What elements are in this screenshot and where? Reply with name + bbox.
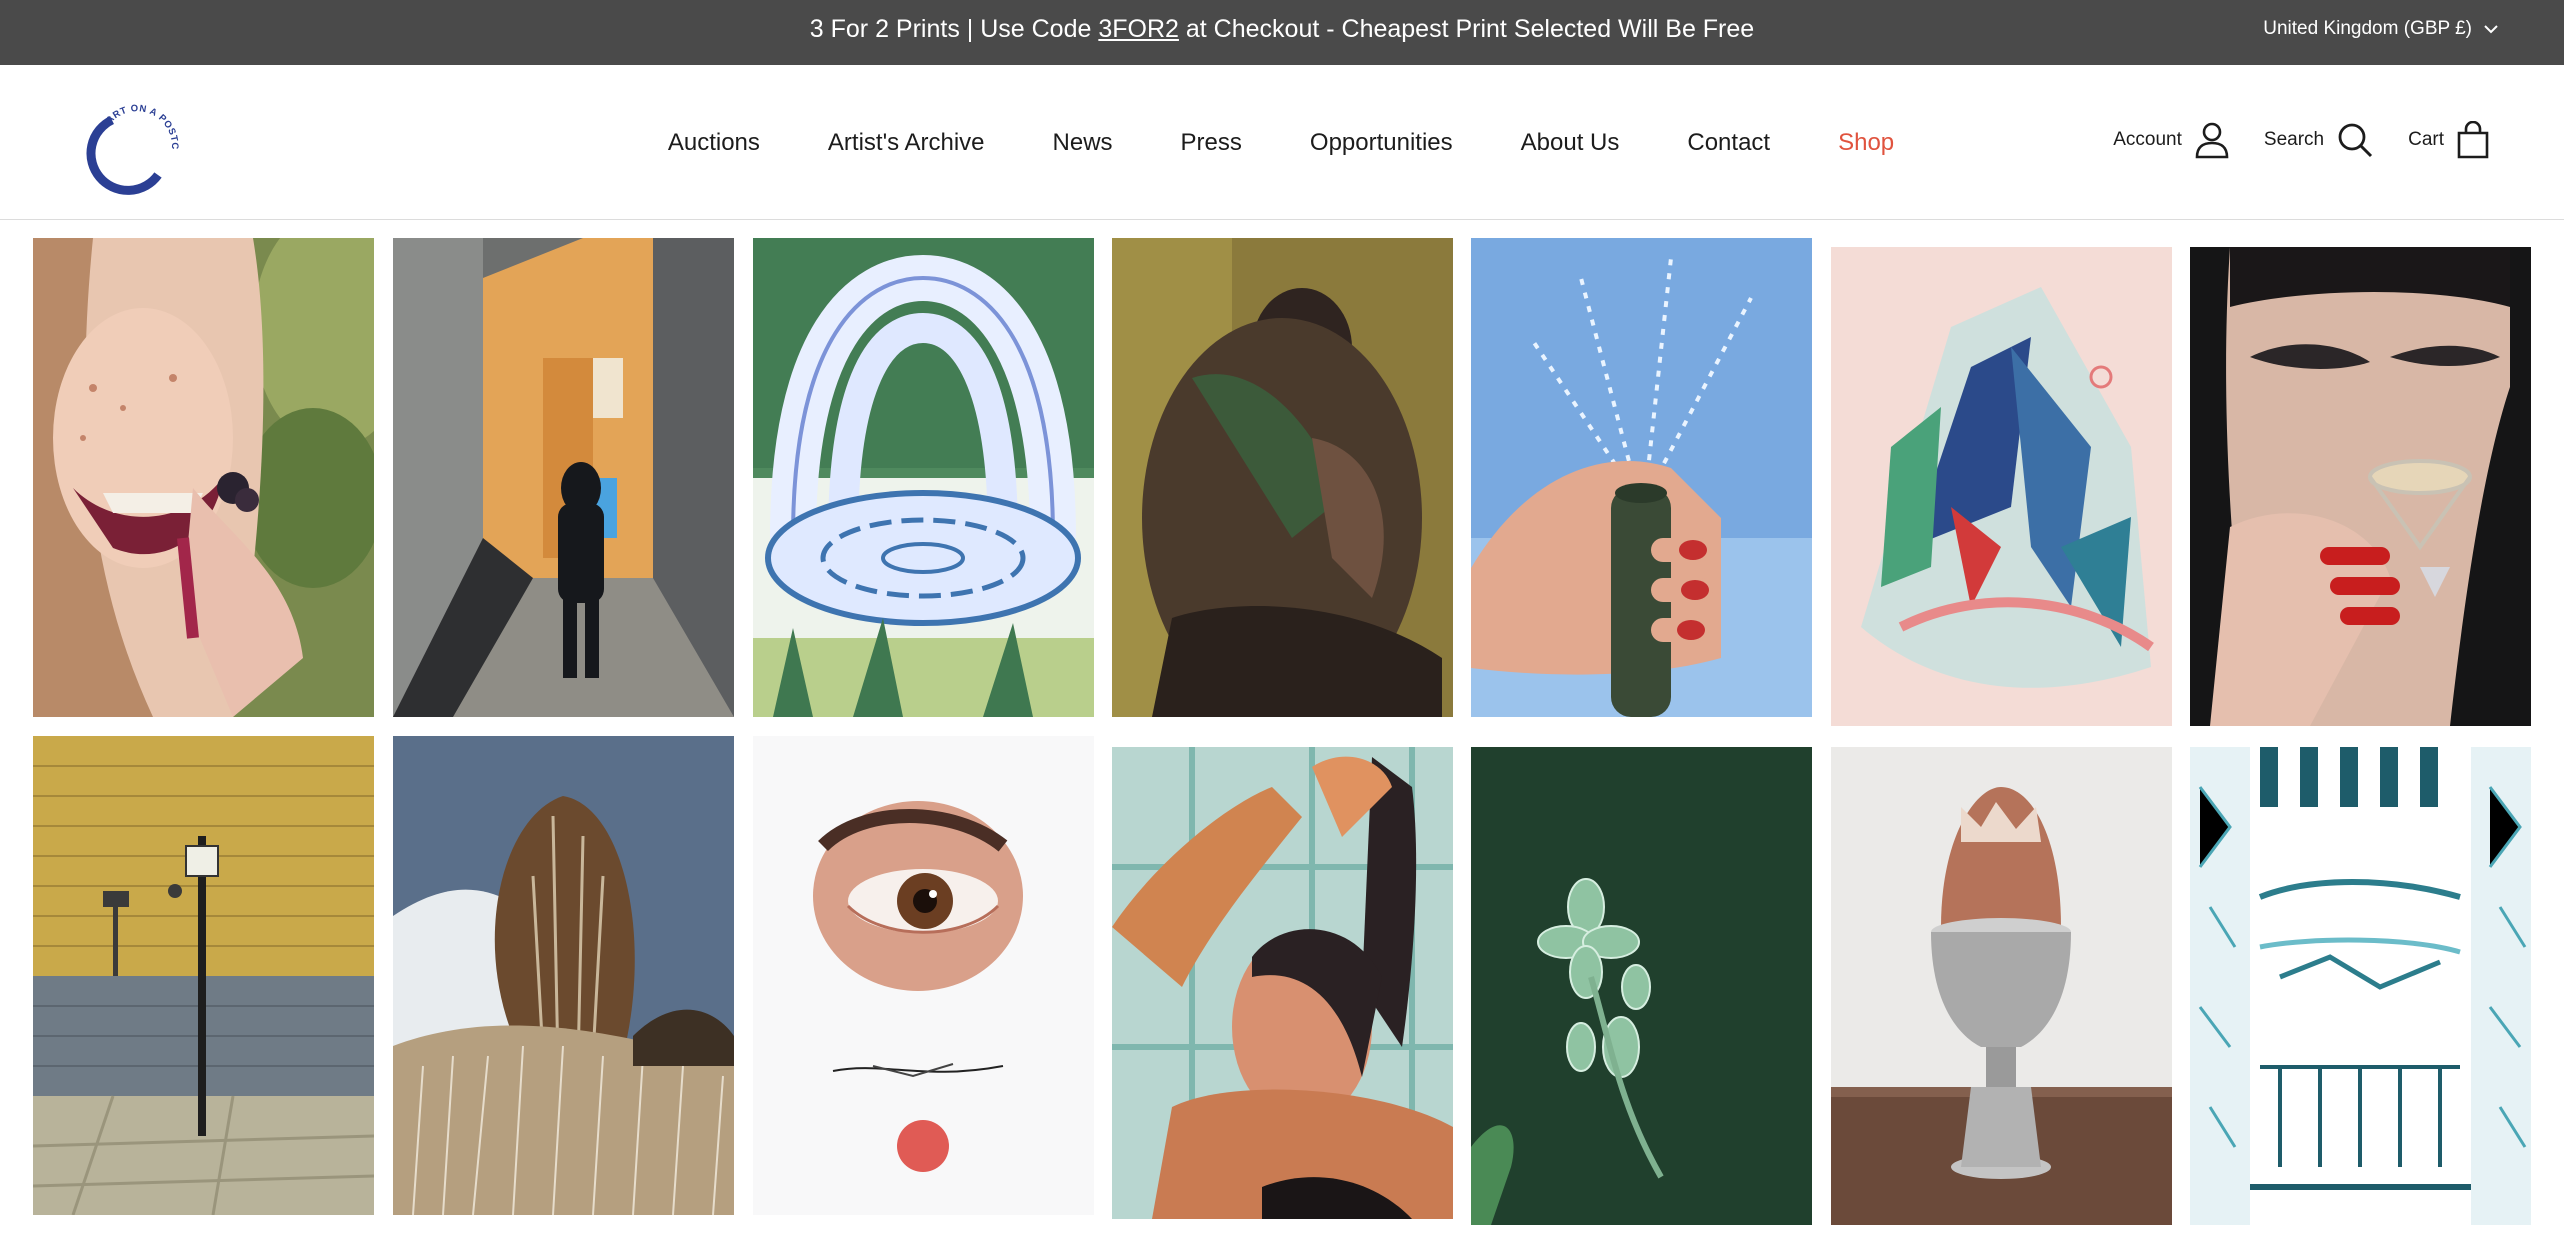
- artwork-egg-in-cup: [1831, 747, 2172, 1225]
- artwork-eye-and-red-circle: [753, 736, 1094, 1215]
- artwork-brick-wall-lamppost: [33, 736, 374, 1215]
- artwork-card[interactable]: [1112, 238, 1453, 717]
- artwork-tree-and-grass: [393, 736, 734, 1215]
- artwork-woman-eating-berries: [33, 238, 374, 717]
- artwork-hand-with-hose: [1471, 238, 1812, 717]
- artwork-card[interactable]: [33, 736, 374, 1215]
- artwork-card[interactable]: [393, 736, 734, 1215]
- artwork-card[interactable]: [33, 238, 374, 717]
- artwork-woman-tying-hair: [1112, 747, 1453, 1219]
- artwork-card[interactable]: [1112, 747, 1453, 1219]
- artwork-card[interactable]: [2190, 247, 2531, 726]
- artwork-watercolour-fountain: [753, 238, 1094, 717]
- artwork-card[interactable]: [753, 736, 1094, 1215]
- artwork-embracing-couple: [1112, 238, 1453, 717]
- artwork-card[interactable]: [393, 238, 734, 717]
- artwork-card[interactable]: [1831, 747, 2172, 1225]
- artwork-abstract-mountain: [1831, 247, 2172, 726]
- artwork-card[interactable]: [1471, 238, 1812, 717]
- artwork-window-with-awning: [2190, 747, 2531, 1225]
- artwork-figure-in-alleyway: [393, 238, 734, 717]
- artwork-card[interactable]: [2190, 747, 2531, 1225]
- artwork-card[interactable]: [1471, 747, 1812, 1225]
- artwork-grid: [0, 0, 2564, 1254]
- artwork-woman-with-cocktail: [2190, 247, 2531, 726]
- artwork-card[interactable]: [1831, 247, 2172, 726]
- artwork-card[interactable]: [753, 238, 1094, 717]
- artwork-floral-brooch: [1471, 747, 1812, 1225]
